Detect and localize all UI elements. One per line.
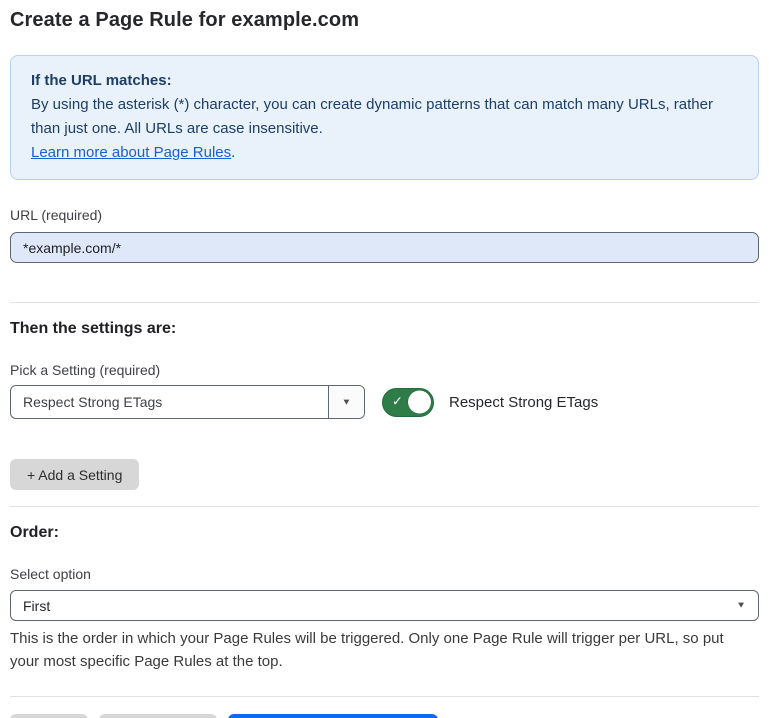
url-field-label: URL (required)	[10, 207, 759, 223]
chevron-down-icon: ▼	[342, 397, 352, 406]
add-setting-button[interactable]: + Add a Setting	[10, 459, 139, 490]
order-section-heading: Order:	[10, 524, 759, 542]
pick-setting-label: Pick a Setting (required)	[10, 362, 759, 378]
divider	[10, 506, 759, 507]
setting-dropdown[interactable]: Respect Strong ETags ▼	[10, 385, 365, 419]
order-select-label: Select option	[10, 566, 759, 582]
chevron-down-icon: ▼	[736, 601, 746, 610]
cancel-button[interactable]: Cancel	[10, 714, 88, 718]
page-title: Create a Page Rule for example.com	[10, 9, 759, 32]
etags-toggle[interactable]: ✓	[382, 388, 434, 417]
info-banner-link-line: Learn more about Page Rules.	[31, 141, 738, 165]
check-icon: ✓	[392, 394, 403, 410]
setting-row: Respect Strong ETags ▼ ✓ Respect Strong …	[10, 385, 759, 419]
footer-actions: Cancel Save as Draft Save and Deploy Pag…	[10, 714, 759, 718]
learn-more-link[interactable]: Learn more about Page Rules	[31, 144, 231, 161]
info-banner-body: By using the asterisk (*) character, you…	[31, 93, 738, 141]
toggle-label: Respect Strong ETags	[449, 394, 598, 411]
info-banner-heading: If the URL matches:	[31, 69, 738, 93]
setting-dropdown-arrow-button[interactable]: ▼	[328, 386, 364, 418]
save-and-deploy-button[interactable]: Save and Deploy Page Rule	[228, 714, 438, 718]
link-suffix: .	[231, 144, 235, 161]
url-input[interactable]	[10, 232, 759, 263]
url-match-info-banner: If the URL matches: By using the asteris…	[10, 55, 759, 180]
setting-dropdown-value: Respect Strong ETags	[11, 386, 328, 418]
order-select[interactable]: First ▼	[10, 590, 759, 621]
create-page-rule-form: Create a Page Rule for example.com If th…	[0, 9, 769, 718]
divider	[10, 302, 759, 303]
order-select-value: First	[23, 598, 50, 614]
settings-section-heading: Then the settings are:	[10, 320, 759, 338]
order-help-text: This is the order in which your Page Rul…	[10, 627, 755, 673]
divider	[10, 696, 759, 697]
toggle-knob	[408, 391, 431, 414]
save-as-draft-button[interactable]: Save as Draft	[99, 714, 218, 718]
